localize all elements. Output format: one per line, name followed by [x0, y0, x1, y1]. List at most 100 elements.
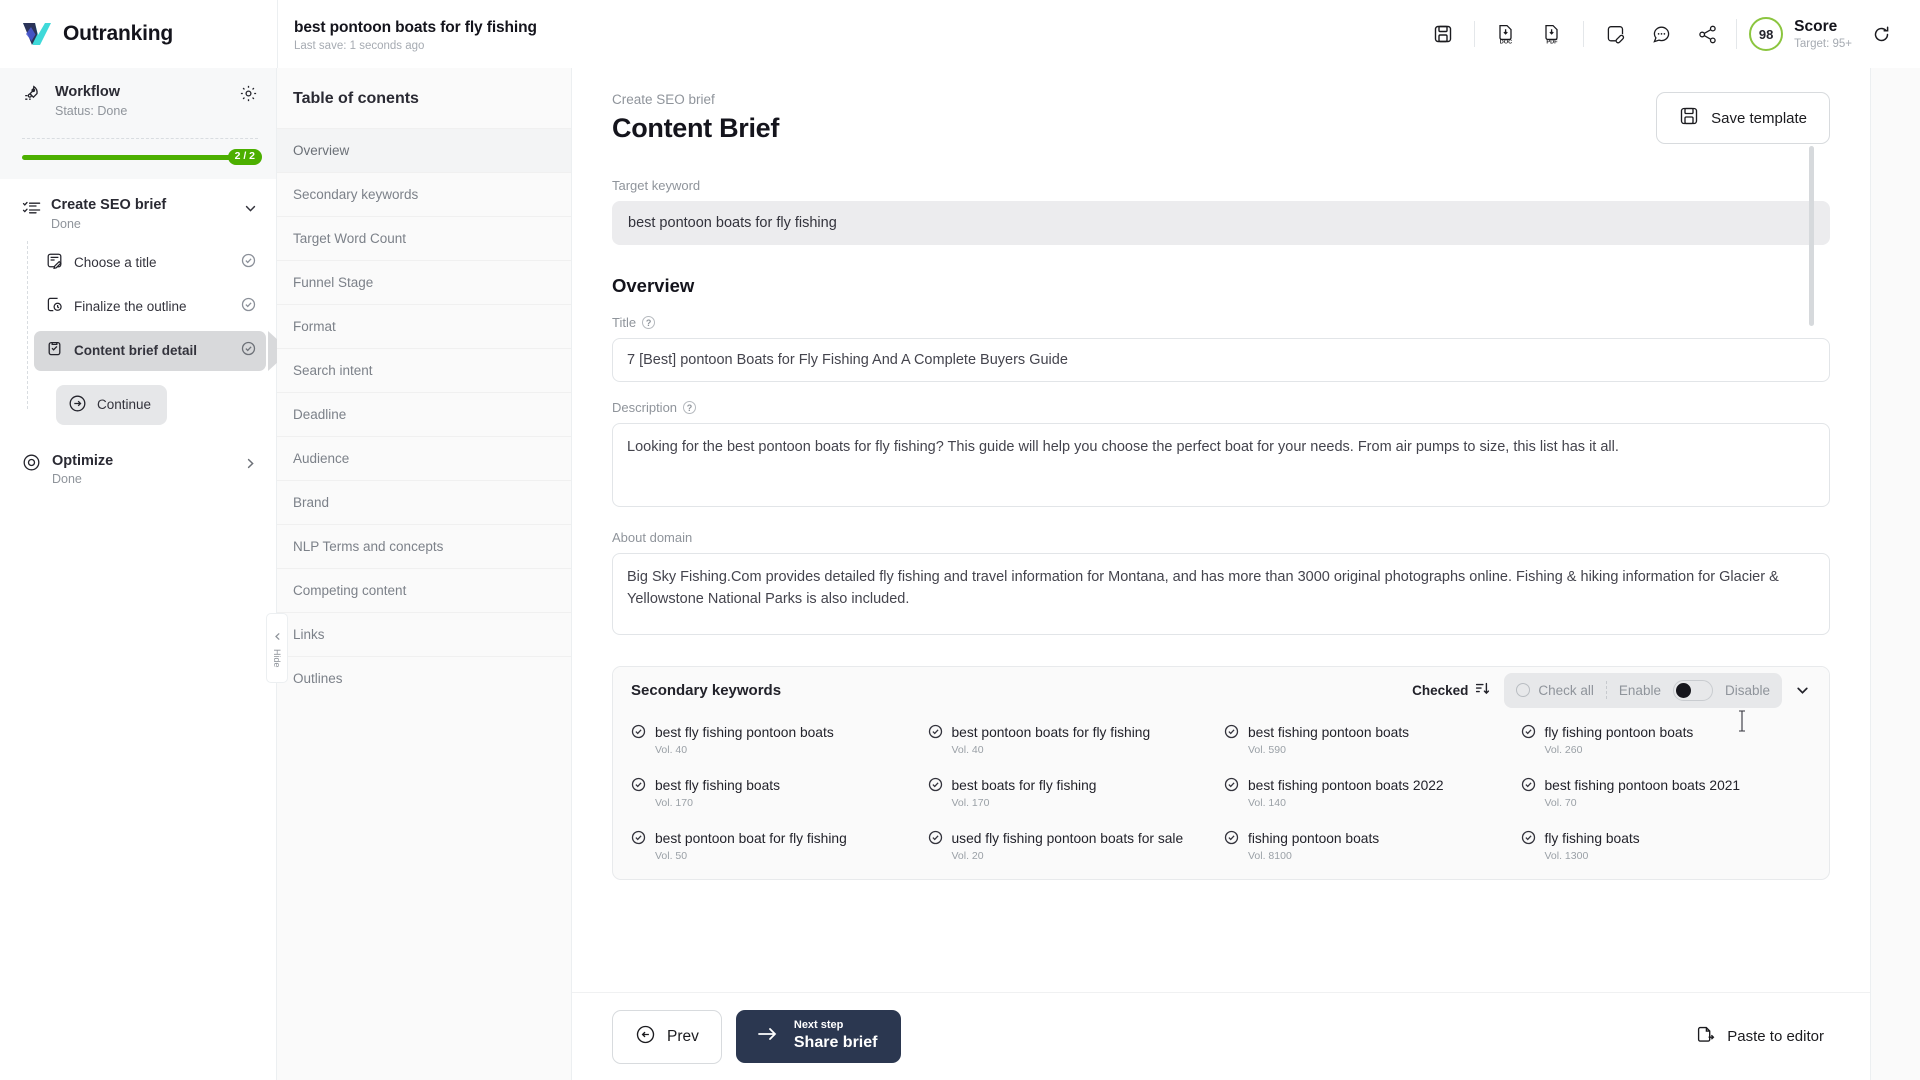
save-template-button[interactable]: Save template [1656, 92, 1830, 144]
check-circle-icon[interactable] [1521, 830, 1536, 850]
share-icon[interactable] [1684, 14, 1730, 54]
keyword-name: best fishing pontoon boats 2022 [1248, 778, 1444, 793]
group-header[interactable]: Create SEO brief Done [0, 197, 276, 231]
keyword-volume: Vol. 140 [1248, 797, 1286, 810]
download-doc-icon[interactable]: DOC [1483, 14, 1529, 54]
check-circle-icon[interactable] [1224, 724, 1239, 744]
sort-by-checked-button[interactable]: Checked [1412, 681, 1504, 699]
toc-item-brand[interactable]: Brand [277, 480, 571, 524]
toc-item-competing-content[interactable]: Competing content [277, 568, 571, 612]
toc-item-nlp-terms-and-concepts[interactable]: NLP Terms and concepts [277, 524, 571, 568]
help-icon[interactable]: ? [642, 316, 656, 329]
sidebar-item-finalize-the-outline[interactable]: Finalize the outline [34, 287, 266, 327]
toc-item-outlines[interactable]: Outlines [277, 656, 571, 700]
keyword-texts: best boats for fly fishing Vol. 170 [952, 777, 1097, 809]
collapse-keywords-chevron-down-icon[interactable] [1782, 682, 1823, 699]
description-textarea[interactable] [612, 423, 1830, 507]
check-circle-icon [241, 253, 256, 273]
enable-label[interactable]: Enable [1619, 683, 1661, 698]
disable-label[interactable]: Disable [1725, 683, 1770, 698]
title-input[interactable] [612, 338, 1830, 382]
substep-label: Choose a title [74, 255, 157, 271]
sidebar-item-optimize[interactable]: Optimize Done [0, 425, 276, 486]
keyword-item[interactable]: best fly fishing boats Vol. 170 [631, 770, 922, 823]
main-scrollbar[interactable] [1809, 146, 1814, 326]
chevron-down-icon[interactable] [243, 201, 258, 221]
keyword-item[interactable]: best pontoon boats for fly fishing Vol. … [928, 717, 1219, 770]
toc-item-funnel-stage[interactable]: Funnel Stage [277, 260, 571, 304]
check-circle-icon[interactable] [631, 724, 646, 744]
about-domain-textarea[interactable] [612, 553, 1830, 635]
keyword-volume: Vol. 50 [655, 850, 688, 863]
arrow-left-circle-icon [635, 1024, 656, 1050]
toc-item-links[interactable]: Links [277, 612, 571, 656]
check-circle-icon[interactable] [1224, 777, 1239, 797]
prev-button[interactable]: Prev [612, 1009, 722, 1064]
check-circle-icon [241, 297, 256, 317]
sidebar-item-content-brief-detail[interactable]: Content brief detail [34, 330, 266, 371]
keyword-item[interactable]: inflatable pontoon boats for fishing [928, 876, 1219, 879]
main-header: Create SEO brief Content Brief Save temp… [612, 92, 1830, 144]
check-circle-icon [241, 341, 256, 361]
next-step-label: Share brief [793, 1034, 878, 1052]
check-circle-icon[interactable] [1521, 777, 1536, 797]
sidebar-item-choose-a-title[interactable]: Choose a title [34, 243, 266, 283]
document-title[interactable]: best pontoon boats for fly fishing [294, 19, 537, 37]
svg-text:DOC: DOC [1500, 40, 1512, 45]
workflow-title-block: Workflow Status: Done [22, 84, 127, 118]
toc-title: Table of conents [293, 90, 419, 107]
keyword-texts: best fly fishing boats Vol. 170 [655, 777, 780, 809]
toc-item-search-intent[interactable]: Search intent [277, 348, 571, 392]
enable-disable-toggle[interactable] [1672, 679, 1713, 701]
check-circle-icon[interactable] [928, 830, 943, 850]
secondary-keywords-header: Secondary keywords Checked Check all Ena… [613, 667, 1829, 713]
toc-item-target-word-count[interactable]: Target Word Count [277, 216, 571, 260]
save-icon[interactable] [1420, 14, 1466, 54]
keyword-item[interactable]: inflatable pontoon fishing boats [1224, 876, 1515, 879]
keyword-item[interactable]: fly fishing pontoon boat [1521, 876, 1812, 879]
help-icon[interactable]: ? [683, 401, 697, 414]
keyword-item[interactable]: used fly fishing pontoon boats for sale … [928, 823, 1219, 876]
toc-item-secondary-keywords[interactable]: Secondary keywords [277, 172, 571, 216]
check-circle-icon[interactable] [928, 777, 943, 797]
keyword-item[interactable]: best fishing pontoon boats Vol. 590 [1224, 717, 1515, 770]
keyword-item[interactable]: best fishing pontoon boats 2022 Vol. 140 [1224, 770, 1515, 823]
keyword-item[interactable]: best fly fishing pontoon boats Vol. 40 [631, 717, 922, 770]
check-circle-icon[interactable] [928, 724, 943, 744]
edit-link-icon[interactable] [1592, 14, 1638, 54]
toc-item-format[interactable]: Format [277, 304, 571, 348]
brand-area[interactable]: Outranking [0, 0, 277, 68]
chevron-right-icon[interactable] [243, 456, 258, 476]
keyword-volume: Vol. 170 [951, 797, 990, 810]
continue-button[interactable]: Continue [56, 384, 168, 425]
check-circle-icon[interactable] [1521, 724, 1536, 744]
keyword-item[interactable]: fly fishing pontoon boats Vol. 260 [1521, 717, 1812, 770]
score-value: 98 [1749, 17, 1784, 51]
check-all-button[interactable]: Check all [1516, 683, 1594, 698]
keyword-item[interactable]: fishing pontoon boats Vol. 8100 [1224, 823, 1515, 876]
check-circle-icon[interactable] [631, 777, 646, 797]
table-of-contents: Table of conents Overview Secondary keyw… [266, 68, 572, 1080]
download-pdf-icon[interactable]: PDF [1529, 14, 1575, 54]
refresh-score-icon[interactable] [1864, 17, 1898, 51]
workflow-progress: 2 / 2 [22, 149, 262, 165]
check-circle-icon[interactable] [1224, 830, 1239, 850]
keyword-item[interactable]: best boats for fly fishing Vol. 170 [928, 770, 1219, 823]
toc-item-audience[interactable]: Audience [277, 436, 571, 480]
keyword-item[interactable]: best fishing pontoon boats 2021 Vol. 70 [1521, 770, 1812, 823]
keyword-item[interactable]: fly fishing boats Vol. 1300 [1521, 823, 1812, 876]
comment-icon[interactable] [1638, 14, 1684, 54]
toc-item-deadline[interactable]: Deadline [277, 392, 571, 436]
page-title: Content Brief [612, 113, 780, 143]
hide-panel-toggle[interactable]: Hide [266, 613, 288, 683]
paste-to-editor-button[interactable]: Paste to editor [1690, 1017, 1830, 1057]
title-label-row: Title ? [612, 315, 1830, 330]
continue-label: Continue [97, 397, 152, 413]
keyword-texts: fishing pontoon boats Vol. 8100 [1248, 830, 1379, 862]
keyword-item[interactable]: best fishing pontoon boat [631, 876, 922, 879]
toc-item-overview[interactable]: Overview [277, 128, 571, 172]
keyword-item[interactable]: best pontoon boat for fly fishing Vol. 5… [631, 823, 922, 876]
next-step-button[interactable]: Next step Share brief [735, 1009, 902, 1064]
check-circle-icon[interactable] [631, 830, 646, 850]
gear-icon[interactable] [239, 84, 258, 108]
